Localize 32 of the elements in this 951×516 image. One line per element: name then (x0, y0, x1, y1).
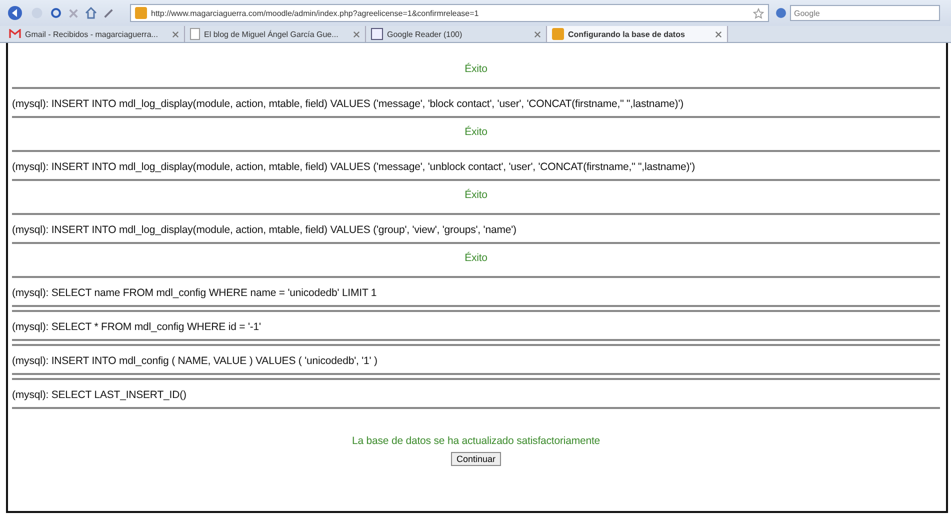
star-icon[interactable] (753, 8, 764, 18)
site-icon (552, 28, 564, 40)
sql-query: (mysql): SELECT name FROM mdl_config WHERE name = 'unicodedb' LIMIT 1 (12, 278, 940, 307)
search-field[interactable]: Google (790, 5, 940, 21)
back-icon[interactable] (6, 5, 24, 21)
sql-query: (mysql): SELECT LAST_INSERT_ID() (12, 378, 940, 409)
success-message: Éxito (12, 244, 940, 278)
success-message: Éxito (12, 181, 940, 215)
address-bar[interactable]: http://www.magarciaguerra.com/moodle/admin/index.php?agreelicense=1&confirmrelease=1 (130, 4, 769, 22)
close-icon[interactable] (353, 30, 360, 38)
sql-query: (mysql): INSERT INTO mdl_log_display(module, action, mtable, field) VALUES ('group', 'view', 'groups', 'name') (12, 215, 940, 244)
search-engine-icon[interactable] (775, 7, 787, 19)
site-icon (135, 7, 147, 19)
page-icon (190, 28, 200, 40)
stop-icon[interactable] (68, 8, 79, 18)
sql-query: (mysql): INSERT INTO mdl_config ( NAME, VALUE ) VALUES ( 'unicodedb', '1' ) (12, 344, 940, 375)
browser-tab[interactable]: El blog de Miguel Ángel García Gue... (185, 26, 366, 42)
close-icon[interactable] (172, 30, 179, 38)
browser-tab[interactable]: Gmail - Recibidos - magarciaguerra... (4, 26, 185, 42)
success-message: Éxito (12, 55, 940, 89)
success-message: La base de datos se ha actualizado satisfactoriamente (350, 435, 602, 447)
browser-tab[interactable]: Google Reader (100) (366, 26, 547, 42)
sql-query: (mysql): SELECT * FROM mdl_config WHERE id = '-1' (12, 310, 940, 341)
browser-tab[interactable]: Configurando la base de datos (547, 26, 728, 42)
mail-icon (9, 29, 21, 39)
success-message: Éxito (12, 118, 940, 152)
sql-query: (mysql): INSERT INTO mdl_log_display(module, action, mtable, field) VALUES ('message', 'block contact', 'user', 'CONCAT(firstname," ",lastname)') (12, 89, 940, 118)
home-icon[interactable] (85, 7, 97, 19)
continue-button[interactable]: Continuar (451, 452, 501, 466)
sql-query: (mysql): INSERT INTO mdl_log_display(module, action, mtable, field) VALUES ('message', 'unblock contact', 'user', 'CONCAT(firstname," ",lastname)') (12, 152, 940, 181)
close-icon[interactable] (715, 30, 722, 38)
close-icon[interactable] (534, 30, 541, 38)
